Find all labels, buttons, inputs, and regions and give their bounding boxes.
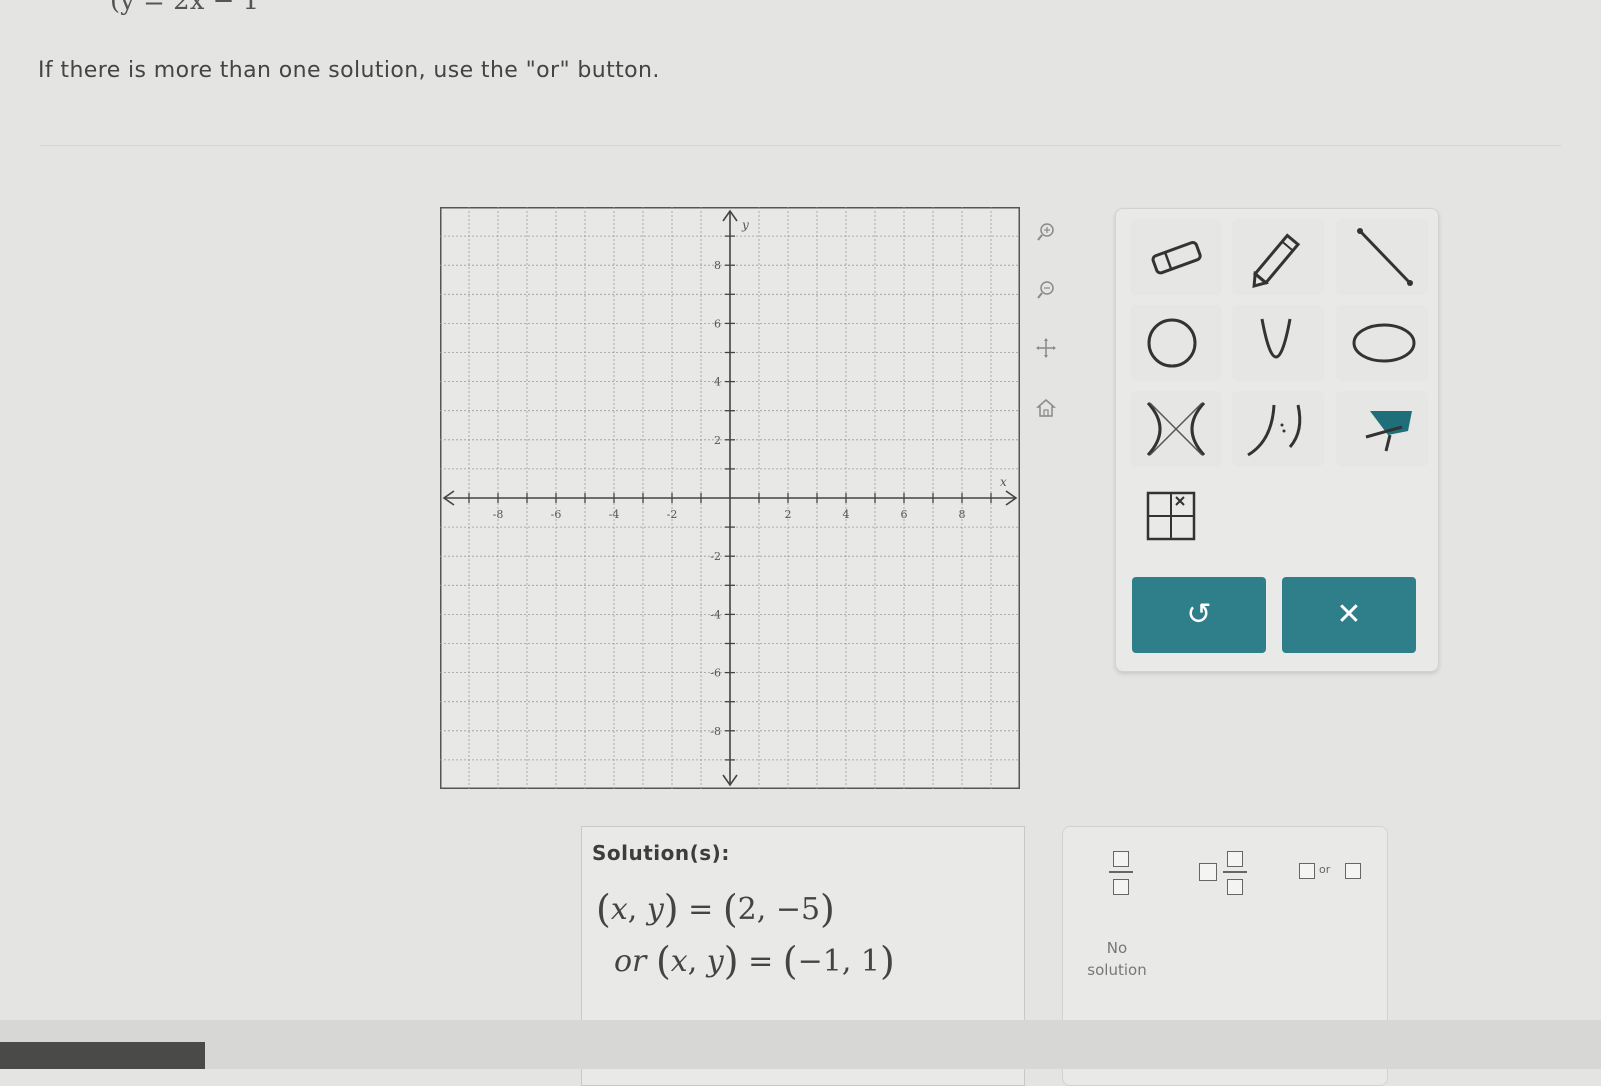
solution-2-value: −1, 1: [797, 944, 880, 979]
line-segment-tool[interactable]: [1336, 219, 1428, 295]
solution-2-y: y: [706, 944, 724, 979]
bottom-bar: [0, 1042, 205, 1069]
fraction-key[interactable]: [1109, 847, 1133, 899]
partial-equation: (y = 2x − 1: [110, 0, 260, 16]
solution-1-y: y: [646, 892, 664, 927]
eraser-icon: [1151, 241, 1202, 275]
solution-line-1[interactable]: (x, y) = (2, −5): [596, 887, 835, 931]
x-tick-label: 6: [901, 508, 908, 521]
undo-button[interactable]: ↺: [1132, 577, 1266, 653]
pencil-icon: [1252, 233, 1301, 288]
zoom-in-icon[interactable]: [1034, 220, 1058, 244]
ellipse-icon: [1352, 323, 1416, 363]
coordinate-graph[interactable]: -8 -6 -4 -2 2 4 6 8 8 6 4 2 -2 -4 -6 -8 x y: [440, 207, 1020, 789]
instruction-text: If there is more than one solution, use …: [38, 58, 660, 83]
graph-canvas[interactable]: -8 -6 -4 -2 2 4 6 8 8 6 4 2 -2 -4 -6 -8 x y: [440, 207, 1020, 789]
y-tick-label: 4: [714, 376, 721, 389]
solution-label: Solution(s):: [592, 841, 730, 865]
solution-1-value: 2, −5: [737, 892, 821, 927]
solution-1-x: x: [610, 892, 628, 927]
hyperbola-tool[interactable]: [1130, 391, 1222, 467]
x-tick-label: -8: [493, 508, 504, 521]
divider: [40, 145, 1561, 146]
grid-point-tool[interactable]: [1130, 477, 1222, 553]
home-icon[interactable]: [1034, 396, 1058, 420]
ellipse-tool[interactable]: [1336, 305, 1428, 381]
inverse-curve-icon: [1247, 404, 1302, 457]
no-solution-line-2: solution: [1087, 961, 1147, 979]
or-word: or: [614, 944, 647, 979]
no-solution-button[interactable]: No solution: [1077, 937, 1157, 981]
solution-2-x: x: [670, 944, 688, 979]
parabola-icon: [1260, 318, 1292, 359]
y-tick-label: 2: [714, 434, 721, 447]
fill-region-icon: [1365, 411, 1412, 452]
x-axis-label: x: [1000, 475, 1007, 489]
tool-palette: ↺ ✕: [1115, 208, 1439, 672]
no-solution-line-1: No: [1106, 939, 1128, 957]
x-tick-label: -6: [551, 508, 562, 521]
x-tick-label: -2: [667, 508, 678, 521]
hyperbola-icon: [1146, 401, 1206, 457]
y-tick-label: 8: [714, 259, 721, 272]
eraser-tool[interactable]: [1130, 219, 1222, 295]
line-segment-icon: [1357, 228, 1413, 286]
circle-icon: [1147, 318, 1197, 368]
mixed-number-key[interactable]: [1199, 847, 1249, 899]
clear-button[interactable]: ✕: [1282, 577, 1416, 653]
fill-region-tool[interactable]: [1336, 391, 1428, 467]
y-tick-label: 6: [714, 317, 721, 330]
inverse-curve-tool[interactable]: [1232, 391, 1324, 467]
grid-point-icon: [1146, 491, 1196, 541]
y-tick-label: -2: [710, 550, 721, 563]
y-tick-label: -8: [710, 725, 721, 738]
parabola-tool[interactable]: [1232, 305, 1324, 381]
x-tick-label: 2: [785, 508, 792, 521]
bottom-strip: [0, 1020, 1601, 1069]
solution-line-2[interactable]: or (x, y) = (−1, 1): [614, 939, 895, 983]
move-icon[interactable]: [1034, 336, 1058, 360]
zoom-out-icon[interactable]: [1034, 278, 1058, 302]
or-key-label: or: [1319, 863, 1331, 876]
y-tick-label: -4: [710, 608, 721, 621]
y-axis-label: y: [741, 218, 749, 232]
or-key[interactable]: or: [1299, 861, 1365, 883]
circle-tool[interactable]: [1130, 305, 1222, 381]
pencil-tool[interactable]: [1232, 219, 1324, 295]
x-tick-label: 4: [843, 508, 850, 521]
x-tick-label: 8: [959, 508, 966, 521]
y-tick-label: -6: [710, 667, 721, 680]
x-tick-label: -4: [609, 508, 620, 521]
